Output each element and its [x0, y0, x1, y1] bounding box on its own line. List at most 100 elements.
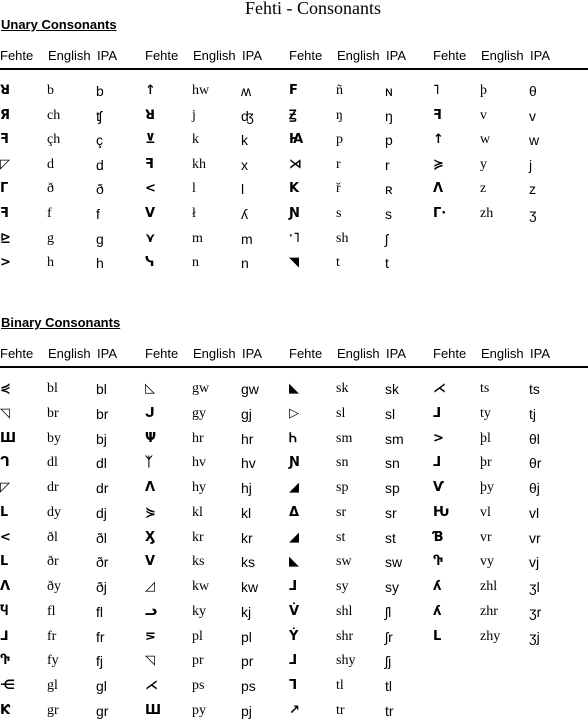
fehte-glyph: ⊻ [145, 132, 156, 148]
ipa-symbol: j [529, 156, 533, 173]
fehte-glyph: < [145, 181, 156, 197]
header-english: English [337, 48, 380, 63]
fehte-glyph: ᒧ [289, 653, 298, 669]
english-transliteration: zh [480, 205, 494, 221]
consonant-row: Vks ks [145, 553, 290, 578]
english-transliteration: gy [192, 405, 206, 421]
english-transliteration: dl [47, 455, 58, 471]
header-english: English [481, 48, 524, 63]
consonant-row: ◸ d d [0, 156, 145, 181]
ipa-symbol: dl [96, 455, 107, 472]
ipa-symbol: ʍ [241, 83, 252, 99]
english-transliteration: kw [192, 579, 210, 594]
consonant-row: ᒪ dy dj [0, 504, 145, 529]
ipa-symbol: fj [96, 653, 103, 670]
fehte-glyph: ꟻ [433, 107, 442, 123]
english-transliteration: sr [336, 504, 347, 520]
fehte-glyph: ꟻ [0, 132, 9, 148]
english-transliteration: fl [47, 603, 56, 619]
english-transliteration: sk [336, 381, 349, 396]
english-transliteration: kl [192, 504, 203, 520]
ipa-symbol: ks [241, 554, 255, 571]
fehte-glyph: ᒧ [289, 579, 298, 594]
fehte-glyph: ⋎ [145, 230, 156, 246]
fehte-glyph: Δ [289, 504, 300, 520]
header-ipa: IPA [530, 346, 550, 361]
consonant-row: Ⴅvy vj [433, 553, 578, 578]
english-transliteration: gr [47, 702, 59, 718]
consonant-row: ◿ kw kw [145, 578, 290, 603]
consonant-row: < l l [145, 180, 290, 205]
header-fehte: Fehte [145, 346, 179, 361]
ipa-symbol: ŋ [385, 107, 393, 124]
english-transliteration: þl [480, 430, 491, 446]
header-ipa: IPA [97, 48, 117, 63]
consonant-row: ◣ sw sw [289, 553, 434, 578]
binary-column: ⋞ bl bl ◹ br br Шby bj ᒉ dl dl ◸ dr dr ᒪ dy dj < ðl ðl ᒪ ðr ðr… [0, 380, 145, 727]
consonant-row: ˥ þ θ [433, 82, 578, 107]
fehte-glyph: ◸ [0, 480, 10, 495]
ipa-symbol: ðj [96, 579, 107, 595]
ipa-symbol: θr [529, 455, 542, 472]
binary-column: ◺ gw gw ᒍ gy gj Ψhr hr ᛉ hv hv Λhy hj ⋟ kl kl Ӽkr kr Vks ks… [145, 380, 290, 727]
fehte-glyph: ꓤ [0, 83, 11, 98]
english-transliteration: þ [480, 83, 487, 98]
consonant-row: ◣ sk sk [289, 380, 434, 405]
ipa-symbol: ʀ [385, 181, 393, 198]
english-transliteration: d [47, 156, 54, 172]
unary-column: ↑ hw ʍ ꓤ j ʤ ⊻ k k ꟻ kh x < l l Vł ʎ ⋎ m m ᓭ n n [145, 82, 290, 279]
english-transliteration: ðl [47, 529, 58, 545]
header-english: English [481, 346, 524, 361]
fehte-glyph: ↗ [289, 702, 300, 718]
english-transliteration: v [480, 107, 487, 123]
english-transliteration: py [192, 702, 206, 718]
consonant-row: V̇ shl ʃl [289, 603, 434, 628]
consonant-row: Γ· zh ʒ [433, 205, 578, 230]
ipa-symbol: v [529, 107, 536, 124]
ipa-symbol: sm [385, 430, 404, 447]
ipa-symbol: k [241, 132, 248, 149]
fehte-glyph: Λ [145, 480, 156, 495]
fehte-glyph: ꓤ [145, 107, 156, 123]
ipa-symbol: gj [241, 405, 252, 422]
ipa-symbol: θj [529, 480, 540, 496]
consonant-row: ⅃ fr fr [0, 628, 145, 653]
header-fehte: Fehte [289, 346, 323, 361]
english-transliteration: b [47, 83, 54, 98]
ipa-symbol: bj [96, 430, 107, 447]
header-fehte: Fehte [433, 346, 467, 361]
consonant-row: ᒪ ðr ðr [0, 553, 145, 578]
english-transliteration: zhl [480, 579, 498, 594]
consonant-row: ⋞ bl bl [0, 380, 145, 405]
english-transliteration: f [47, 205, 52, 221]
english-transliteration: sm [336, 430, 353, 446]
header-fehte: Fehte [145, 48, 179, 63]
english-transliteration: kh [192, 156, 206, 172]
consonant-row: Ɓvr vr [433, 529, 578, 554]
ipa-symbol: ʎ [241, 205, 248, 222]
english-transliteration: shl [336, 603, 353, 619]
consonant-row: ᒍ gy gj [145, 405, 290, 430]
fehte-glyph: ʎ [433, 603, 442, 619]
unary-column: ˥ þ θ ꟻ v v ↑ w w ≽ y j Ʌz z Γ· zh ʒ [433, 82, 578, 230]
ipa-symbol: ʧ [96, 107, 103, 124]
consonant-row: ᒧ þr θr [433, 454, 578, 479]
ipa-symbol: st [385, 529, 396, 546]
ipa-symbol: sn [385, 455, 400, 472]
english-transliteration: þr [480, 455, 492, 471]
fehte-glyph: Ⴅ [433, 554, 443, 570]
fehte-glyph: ᒧ [433, 405, 442, 421]
fehte-glyph: L [433, 628, 442, 644]
fehte-glyph: Ӽ [145, 529, 156, 545]
ipa-symbol: pj [241, 702, 252, 719]
fehte-glyph: ◿ [145, 579, 155, 594]
ipa-symbol: x [241, 156, 248, 173]
consonant-row: Ƕvl vl [433, 504, 578, 529]
ipa-symbol: θ [529, 83, 537, 99]
english-transliteration: p [336, 132, 343, 148]
english-transliteration: s [336, 205, 342, 221]
unary-header-rule [0, 68, 588, 70]
english-transliteration: by [47, 430, 61, 446]
fehte-glyph: V [145, 554, 156, 570]
ipa-symbol: fl [96, 603, 103, 620]
